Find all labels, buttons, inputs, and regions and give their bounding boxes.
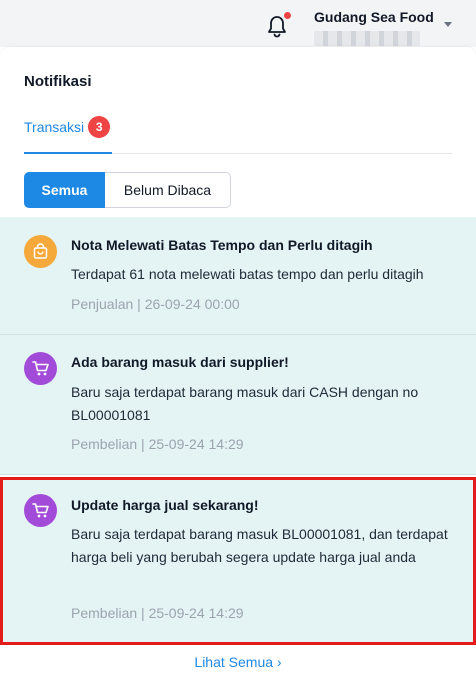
notification-item[interactable]: Nota Melewati Batas Tempo dan Perlu dita… bbox=[0, 217, 476, 335]
shopping-cart-icon bbox=[24, 494, 57, 527]
notification-item[interactable]: Ada barang masuk dari supplier! Baru saj… bbox=[0, 335, 476, 475]
shopping-cart-icon bbox=[24, 352, 57, 385]
store-subtitle-blurred bbox=[314, 31, 420, 46]
see-all-link[interactable]: Lihat Semua › bbox=[0, 654, 476, 670]
store-name[interactable]: Gudang Sea Food bbox=[314, 9, 434, 25]
top-bar: Gudang Sea Food bbox=[0, 0, 476, 47]
notification-title: Update harga jual sekarang! bbox=[71, 497, 259, 513]
filter-belum-dibaca-button[interactable]: Belum Dibaca bbox=[105, 172, 231, 208]
see-all-label: Lihat Semua › bbox=[194, 654, 282, 670]
bell-icon[interactable] bbox=[266, 15, 288, 39]
shopping-bag-icon bbox=[24, 235, 57, 268]
notification-item-highlighted[interactable]: Update harga jual sekarang! Baru saja te… bbox=[0, 477, 476, 645]
notification-body: Baru saja terdapat barang masuk dari CAS… bbox=[71, 384, 419, 423]
tab-badge: 3 bbox=[88, 116, 111, 138]
notification-panel: Notifikasi Transaksi 3 Semua Belum Dibac… bbox=[0, 47, 476, 689]
notification-title: Ada barang masuk dari supplier! bbox=[71, 354, 289, 370]
notification-meta: Pembelian | 25-09-24 14:29 bbox=[71, 436, 244, 452]
notification-meta: Pembelian | 25-09-24 14:29 bbox=[71, 605, 244, 621]
filter-group: Semua Belum Dibaca bbox=[24, 172, 231, 208]
notification-title: Nota Melewati Batas Tempo dan Perlu dita… bbox=[71, 237, 373, 253]
notification-body: Terdapat 61 nota melewati batas tempo da… bbox=[71, 266, 424, 282]
tab-bar: Transaksi 3 bbox=[24, 116, 452, 154]
panel-title: Notifikasi bbox=[24, 73, 92, 90]
notification-body: Baru saja terdapat barang masuk BL000010… bbox=[71, 526, 448, 565]
notification-meta: Penjualan | 26-09-24 00:00 bbox=[71, 296, 240, 312]
chevron-down-icon[interactable] bbox=[444, 22, 452, 27]
notification-dot bbox=[284, 12, 291, 19]
tab-label: Transaksi bbox=[24, 119, 85, 135]
tab-transaksi[interactable]: Transaksi 3 bbox=[24, 116, 113, 154]
filter-semua-button[interactable]: Semua bbox=[24, 172, 105, 208]
